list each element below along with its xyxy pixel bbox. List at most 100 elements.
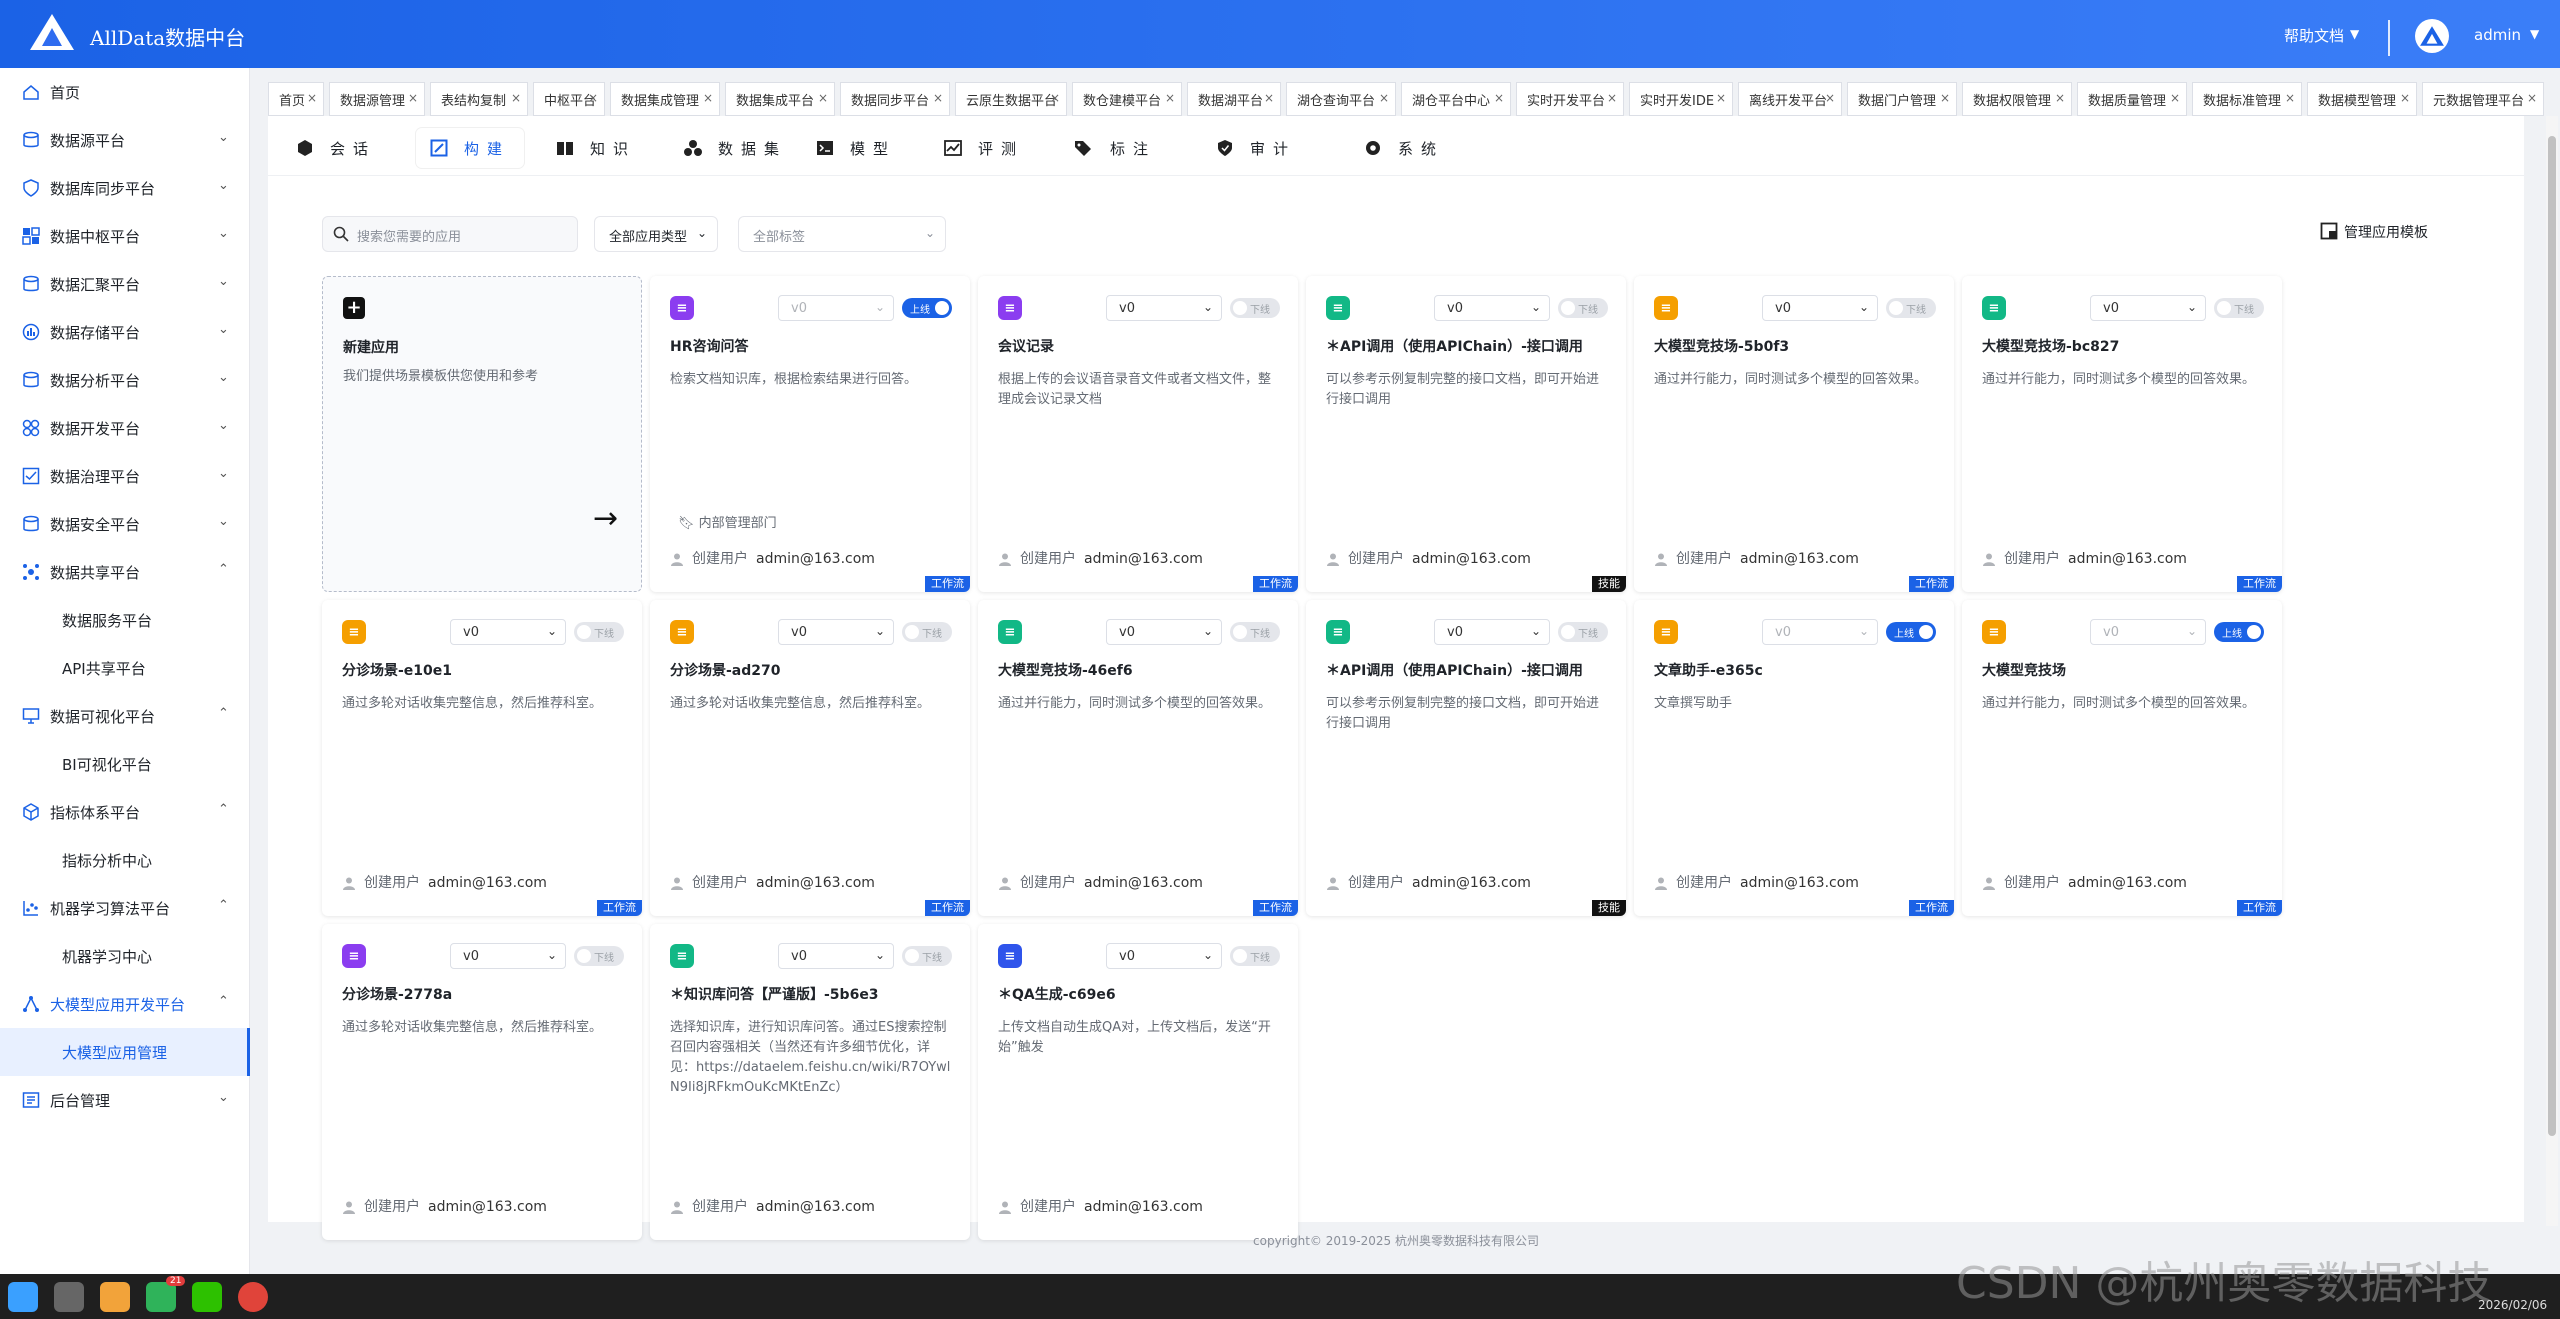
- tab-item[interactable]: 实时开发IDE ×: [1629, 82, 1733, 116]
- app-card[interactable]: ≡ v0 ⌄ 上线 文章助手-e365c 文章撰写助手 创建用户 admin@163.com 工…: [1634, 600, 1954, 916]
- close-icon[interactable]: ×: [2170, 91, 2180, 105]
- search-input[interactable]: 搜索您需要的应用: [322, 216, 578, 252]
- online-toggle[interactable]: 上线: [1886, 622, 1936, 642]
- sidebar-item-llm-app-manage[interactable]: 大模型应用管理: [0, 1028, 250, 1076]
- online-toggle[interactable]: 下线: [902, 622, 952, 642]
- tab-dataset[interactable]: 数据集: [684, 128, 787, 168]
- tab-item[interactable]: 数据质量管理 ×: [2077, 82, 2187, 116]
- app-card[interactable]: ≡ v0 ⌄ 下线 分诊场景-ad270 通过多轮对话收集完整信息，然后推荐科室。 创建用户…: [650, 600, 970, 916]
- version-select[interactable]: v0 ⌄: [1434, 295, 1550, 321]
- app-card[interactable]: ≡ v0 ⌄ 上线 HR咨询问答 检索文档知识库，根据检索结果进行回答。 🔖︎ 内部管理部门…: [650, 276, 970, 592]
- template-manage-icon[interactable]: [2320, 222, 2338, 240]
- version-select[interactable]: v0 ⌄: [1106, 295, 1222, 321]
- sidebar-item-datasource[interactable]: 数据源平台 ⌄: [0, 116, 250, 164]
- online-toggle[interactable]: 上线: [2214, 622, 2264, 642]
- app-card[interactable]: ≡ v0 ⌄ 下线 大模型竞技场-46ef6 通过并行能力，同时测试多个模型的回答效果。创…: [978, 600, 1298, 916]
- tab-item[interactable]: 表结构复制 ×: [430, 82, 528, 116]
- manage-templates-button[interactable]: 管理应用模板: [2344, 222, 2428, 242]
- tab-knowledge[interactable]: 知识: [556, 128, 636, 168]
- new-app-card[interactable]: + 新建应用 我们提供场景模板供您使用和参考 →: [322, 276, 642, 592]
- app-card[interactable]: ≡ v0 ⌄ 下线 大模型竞技场-5b0f3 通过并行能力，同时测试多个模型的回答效果。创…: [1634, 276, 1954, 592]
- tab-item[interactable]: 元数据管理平台 ×: [2422, 82, 2544, 116]
- version-select[interactable]: v0 ⌄: [1106, 619, 1222, 645]
- start-icon[interactable]: [8, 1282, 38, 1312]
- version-select[interactable]: v0 ⌄: [1762, 619, 1878, 645]
- avatar[interactable]: [2415, 19, 2449, 53]
- version-select[interactable]: v0 ⌄: [778, 295, 894, 321]
- app-type-select[interactable]: 全部应用类型 ⌄: [594, 216, 718, 252]
- tab-item[interactable]: 湖仓平台中心 ×: [1401, 82, 1511, 116]
- tab-item[interactable]: 数仓建模平台 ×: [1072, 82, 1182, 116]
- tab-item[interactable]: 数据标准管理 ×: [2192, 82, 2302, 116]
- online-toggle[interactable]: 下线: [574, 946, 624, 966]
- sidebar-item-metrics-center[interactable]: 指标分析中心: [0, 836, 250, 884]
- tab-item[interactable]: 离线开发平台 ×: [1738, 82, 1842, 116]
- tab-system[interactable]: 系统: [1364, 128, 1444, 168]
- tab-model[interactable]: 模型: [816, 128, 896, 168]
- chat-app-icon[interactable]: [146, 1282, 176, 1312]
- arrow-right-icon[interactable]: →: [593, 501, 618, 536]
- version-select[interactable]: v0 ⌄: [1106, 943, 1222, 969]
- close-icon[interactable]: ×: [2285, 91, 2295, 105]
- tab-item[interactable]: 首页 ×: [268, 82, 324, 116]
- online-toggle[interactable]: 上线: [902, 298, 952, 318]
- online-toggle[interactable]: 下线: [1558, 622, 1608, 642]
- online-toggle[interactable]: 下线: [902, 946, 952, 966]
- tab-audit[interactable]: 审计: [1216, 128, 1296, 168]
- chrome-icon[interactable]: [238, 1282, 268, 1312]
- sidebar-item-security[interactable]: 数据安全平台 ⌄: [0, 500, 250, 548]
- version-select[interactable]: v0 ⌄: [1434, 619, 1550, 645]
- sidebar-item-ml-center[interactable]: 机器学习中心: [0, 932, 250, 980]
- sidebar-item-storage[interactable]: 数据存储平台 ⌄: [0, 308, 250, 356]
- scrollbar-thumb[interactable]: [2548, 136, 2556, 1136]
- app-card[interactable]: ≡ v0 ⌄ 下线 分诊场景-2778a 通过多轮对话收集完整信息，然后推荐科室。 创建用户…: [322, 924, 642, 1240]
- wechat-icon[interactable]: [192, 1282, 222, 1312]
- sidebar-item-share[interactable]: 数据共享平台 ⌃: [0, 548, 250, 596]
- tab-item[interactable]: 数据集成管理 ×: [610, 82, 720, 116]
- version-select[interactable]: v0 ⌄: [2090, 619, 2206, 645]
- tab-item[interactable]: 数据权限管理 ×: [1962, 82, 2072, 116]
- tab-item[interactable]: 湖仓查询平台 ×: [1286, 82, 1396, 116]
- app-card[interactable]: ≡ v0 ⌄ 下线 ＊QA生成-c69e6 上传文档自动生成QA对，上传文档后，发送“开始…: [978, 924, 1298, 1240]
- version-select[interactable]: v0 ⌄: [450, 943, 566, 969]
- close-icon[interactable]: ×: [511, 91, 521, 105]
- tab-item[interactable]: 数据集成平台 ×: [725, 82, 835, 116]
- online-toggle[interactable]: 下线: [1558, 298, 1608, 318]
- version-select[interactable]: v0 ⌄: [450, 619, 566, 645]
- close-icon[interactable]: ×: [1940, 91, 1950, 105]
- app-card[interactable]: ≡ v0 ⌄ 下线 会议记录 根据上传的会议语音录音文件或者文档文件，整理成会议记录文档创…: [978, 276, 1298, 592]
- version-select[interactable]: v0 ⌄: [778, 943, 894, 969]
- tab-item[interactable]: 中枢平台 ×: [533, 82, 605, 116]
- close-icon[interactable]: ×: [1607, 91, 1617, 105]
- app-card[interactable]: ≡ v0 ⌄ 下线 分诊场景-e10e1 通过多轮对话收集完整信息，然后推荐科室。 创建用户…: [322, 600, 642, 916]
- user-name[interactable]: admin: [2474, 26, 2521, 44]
- app-card[interactable]: ≡ v0 ⌄ 上线 大模型竞技场 通过并行能力，同时测试多个模型的回答效果。 创建用户 adm…: [1962, 600, 2282, 916]
- tab-chat[interactable]: 会话: [296, 128, 376, 168]
- file-manager-icon[interactable]: [54, 1282, 84, 1312]
- close-icon[interactable]: ×: [933, 91, 943, 105]
- help-caret-icon[interactable]: ▼: [2350, 27, 2359, 41]
- online-toggle[interactable]: 下线: [2214, 298, 2264, 318]
- sidebar-item-home[interactable]: 首页: [0, 68, 250, 116]
- tab-item[interactable]: 数据同步平台 ×: [840, 82, 950, 116]
- tab-item[interactable]: 数据门户管理 ×: [1847, 82, 1957, 116]
- close-icon[interactable]: ×: [703, 91, 713, 105]
- sidebar-item-hub[interactable]: 数据中枢平台 ⌄: [0, 212, 250, 260]
- user-caret-icon[interactable]: ▼: [2530, 27, 2539, 41]
- sidebar-item-analysis[interactable]: 数据分析平台 ⌄: [0, 356, 250, 404]
- app-card[interactable]: ≡ v0 ⌄ 下线 ＊API调用（使用APIChain）-接口调用 可以参考示例复制完整的…: [1306, 276, 1626, 592]
- tab-build[interactable]: 构建: [416, 128, 525, 168]
- sidebar-item-data-service[interactable]: 数据服务平台: [0, 596, 250, 644]
- tab-item[interactable]: 实时开发平台 ×: [1516, 82, 1624, 116]
- tab-annotation[interactable]: 标注: [1074, 128, 1156, 168]
- help-docs-link[interactable]: 帮助文档: [2284, 25, 2344, 46]
- close-icon[interactable]: ×: [2055, 91, 2065, 105]
- tab-evaluation[interactable]: 评测: [944, 128, 1024, 168]
- close-icon[interactable]: ×: [2400, 91, 2410, 105]
- sidebar-item-aggregate[interactable]: 数据汇聚平台 ⌄: [0, 260, 250, 308]
- version-select[interactable]: v0 ⌄: [778, 619, 894, 645]
- folder-icon[interactable]: [100, 1282, 130, 1312]
- tab-item[interactable]: 数据湖平台 ×: [1187, 82, 1281, 116]
- online-toggle[interactable]: 下线: [1230, 946, 1280, 966]
- app-card[interactable]: ≡ v0 ⌄ 下线 ＊知识库问答【严谨版】-5b6e3 选择知识库，进行知识库问答。通过E…: [650, 924, 970, 1240]
